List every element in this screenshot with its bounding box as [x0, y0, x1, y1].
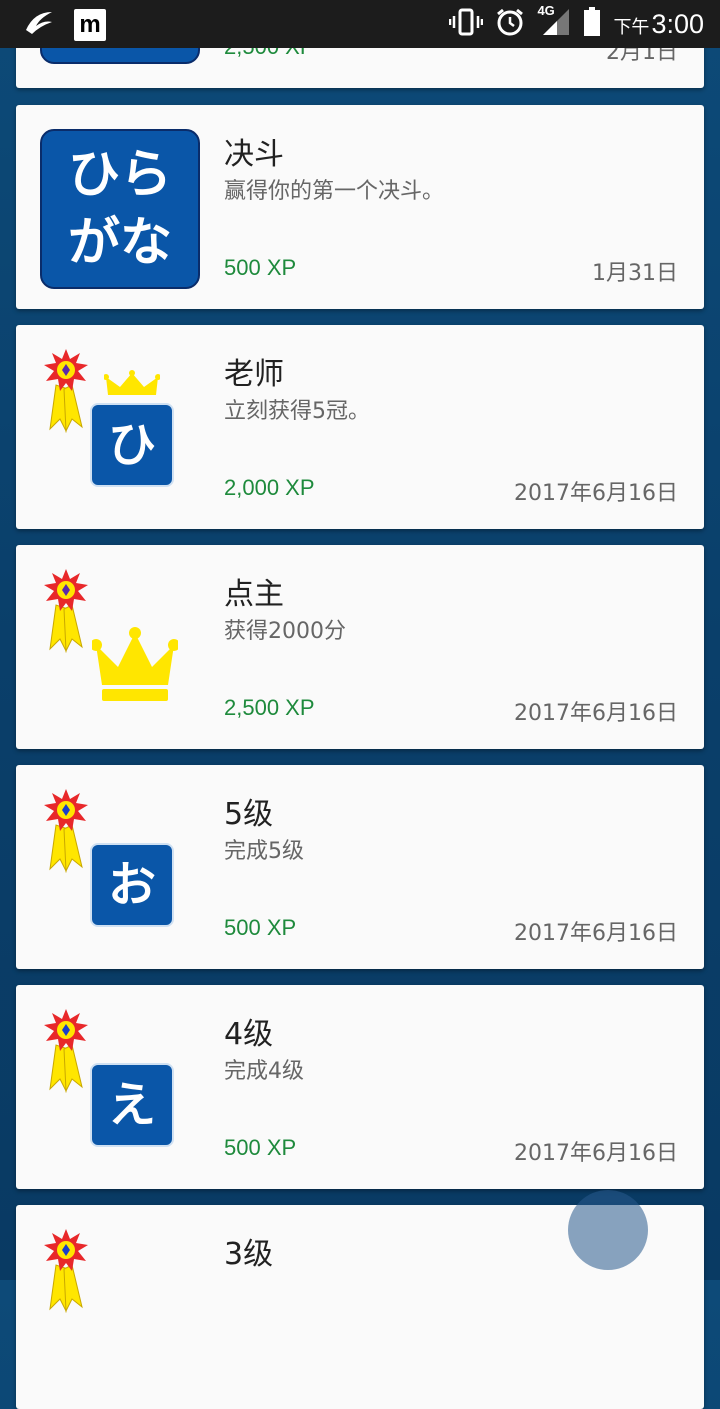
unlock-date: 2017年6月16日	[514, 701, 678, 726]
ribbon-medal-icon	[42, 1009, 90, 1097]
ribbon-medal-icon	[42, 349, 90, 437]
unlock-date: 2017年6月16日	[514, 481, 678, 506]
achievement-card[interactable]: 点主 获得2000分 2,500 XP 2017年6月16日	[16, 545, 704, 749]
achievement-icon	[40, 1225, 210, 1395]
achievement-description: 立刻获得5冠。	[224, 399, 370, 424]
m-icon: m	[74, 9, 106, 41]
achievement-title: 老师	[224, 357, 284, 392]
ribbon-medal-icon	[42, 789, 90, 877]
achievement-title: 4级	[224, 1017, 274, 1052]
swiftkey-icon	[22, 8, 56, 42]
status-bar: m 4G 下午3:00	[0, 0, 720, 48]
achievement-card[interactable]: ひ 老师 立刻获得5冠。 2,000 XP 2017年6月16日	[16, 325, 704, 529]
ribbon-medal-icon	[42, 569, 90, 657]
achievement-title: 点主	[224, 577, 284, 612]
achievement-icon: え	[40, 1005, 210, 1175]
achievement-card[interactable]: え 4级 完成4级 500 XP 2017年6月16日	[16, 985, 704, 1189]
xp-reward: 2,500 XP	[224, 695, 315, 720]
tile-text-line-2: がな	[67, 213, 172, 273]
clock: 下午3:00	[613, 8, 704, 39]
unlock-date: 1月31日	[592, 261, 678, 286]
xp-reward: 500 XP	[224, 255, 297, 280]
vibrate-icon	[449, 7, 484, 41]
achievement-icon: ひら がな	[40, 125, 210, 295]
network-type-label: 4G	[537, 3, 555, 18]
kana-tile-icon: お	[90, 843, 174, 927]
crown-icon	[90, 627, 180, 711]
achievement-icon: お	[40, 785, 210, 955]
kana-tile-icon: ひ	[90, 403, 174, 487]
xp-reward: 500 XP	[224, 1135, 297, 1160]
crown-icon	[103, 369, 161, 403]
tile-text-line-1: ひら	[67, 145, 172, 205]
achievement-title: 5级	[224, 797, 274, 832]
achievement-description: 完成5级	[224, 839, 304, 864]
xp-reward: 500 XP	[224, 915, 297, 940]
unlock-date: 2017年6月16日	[514, 921, 678, 946]
alarm-icon	[495, 7, 525, 41]
achievement-card[interactable]: ひら がな 决斗 赢得你的第一个决斗。 500 XP 1月31日	[16, 105, 704, 309]
floating-action-button[interactable]	[568, 1190, 648, 1270]
achievement-icon: ひ	[40, 345, 210, 515]
achievement-description: 赢得你的第一个决斗。	[224, 179, 445, 204]
achievement-title: 决斗	[224, 137, 284, 172]
achievement-description: 获得2000分	[224, 619, 346, 644]
achievement-icon	[40, 565, 210, 735]
unlock-date: 2017年6月16日	[514, 1141, 678, 1166]
achievement-card[interactable]: お 5级 完成5级 500 XP 2017年6月16日	[16, 765, 704, 969]
achievement-description: 完成4级	[224, 1059, 304, 1084]
kana-tile-icon: え	[90, 1063, 174, 1147]
ribbon-medal-icon	[42, 1229, 90, 1317]
achievement-title: 3级	[224, 1237, 274, 1272]
signal-icon: 4G	[537, 3, 571, 41]
hiragana-tile-icon: ひら がな	[40, 129, 200, 289]
battery-icon	[583, 7, 601, 41]
xp-reward: 2,000 XP	[224, 475, 315, 500]
